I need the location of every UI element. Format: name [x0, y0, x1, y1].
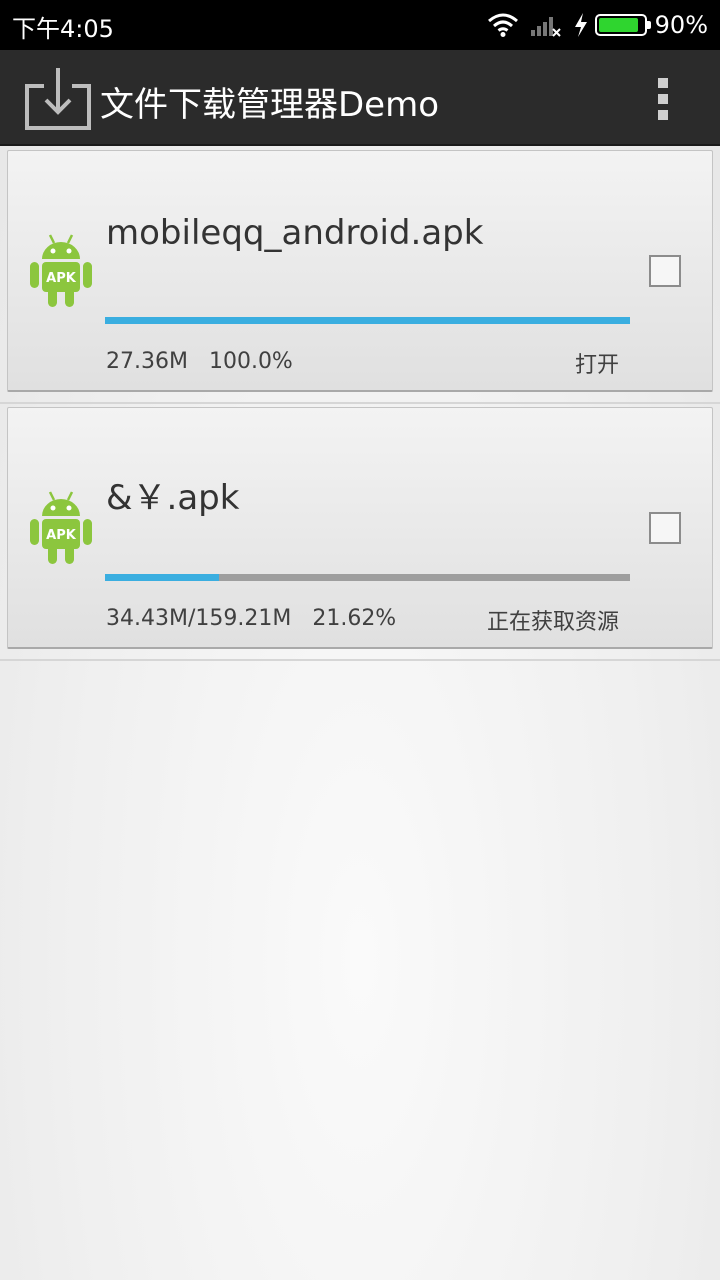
progress-percent: 21.62%: [312, 606, 397, 631]
progress-bar: [105, 317, 630, 324]
charging-icon: [574, 13, 587, 37]
size-and-percent: 34.43M/159.21M 21.62%: [106, 606, 396, 631]
download-card[interactable]: APK &￥.apk 34.43M/159.21M 21.62% 正在获取资源: [7, 407, 713, 649]
progress-bar: [105, 574, 630, 581]
action-bar: 文件下载管理器Demo: [0, 50, 720, 146]
download-icon[interactable]: [24, 66, 92, 132]
android-apk-icon: APK: [30, 234, 92, 307]
signal-icon: [530, 17, 561, 37]
select-checkbox[interactable]: [649, 255, 681, 287]
svg-text:APK: APK: [46, 528, 77, 543]
status-time: 下午4:05: [12, 15, 114, 43]
android-apk-icon: APK: [30, 491, 92, 564]
list-item[interactable]: APK mobileqq_android.apk 27.36M 100.0% 打…: [0, 148, 720, 404]
progress-fill: [105, 317, 630, 324]
battery-icon: [594, 14, 651, 36]
file-name: mobileqq_android.apk: [106, 213, 484, 253]
file-name: &￥.apk: [106, 478, 240, 518]
wifi-icon: [487, 13, 518, 37]
progress-fill: [105, 574, 219, 581]
battery-level-fill: [598, 18, 638, 32]
overflow-menu-icon: [658, 78, 668, 88]
file-size: 27.36M: [106, 349, 188, 374]
select-checkbox[interactable]: [649, 512, 681, 544]
progress-percent: 100.0%: [208, 349, 293, 374]
battery-percent: 90%: [654, 11, 708, 39]
app-title: 文件下载管理器Demo: [100, 85, 440, 125]
svg-text:APK: APK: [46, 271, 77, 286]
overflow-menu-button[interactable]: [640, 72, 688, 124]
size-and-percent: 27.36M 100.0%: [106, 349, 293, 374]
file-size: 34.43M/159.21M: [106, 606, 292, 631]
status-text: 正在获取资源: [486, 610, 619, 635]
list-item[interactable]: APK &￥.apk 34.43M/159.21M 21.62% 正在获取资源: [0, 405, 720, 661]
status-icons: 90%: [487, 0, 708, 50]
download-card[interactable]: APK mobileqq_android.apk 27.36M 100.0% 打…: [7, 150, 713, 392]
open-button[interactable]: 打开: [575, 347, 619, 379]
status-bar: 下午4:05 90%: [0, 0, 720, 50]
